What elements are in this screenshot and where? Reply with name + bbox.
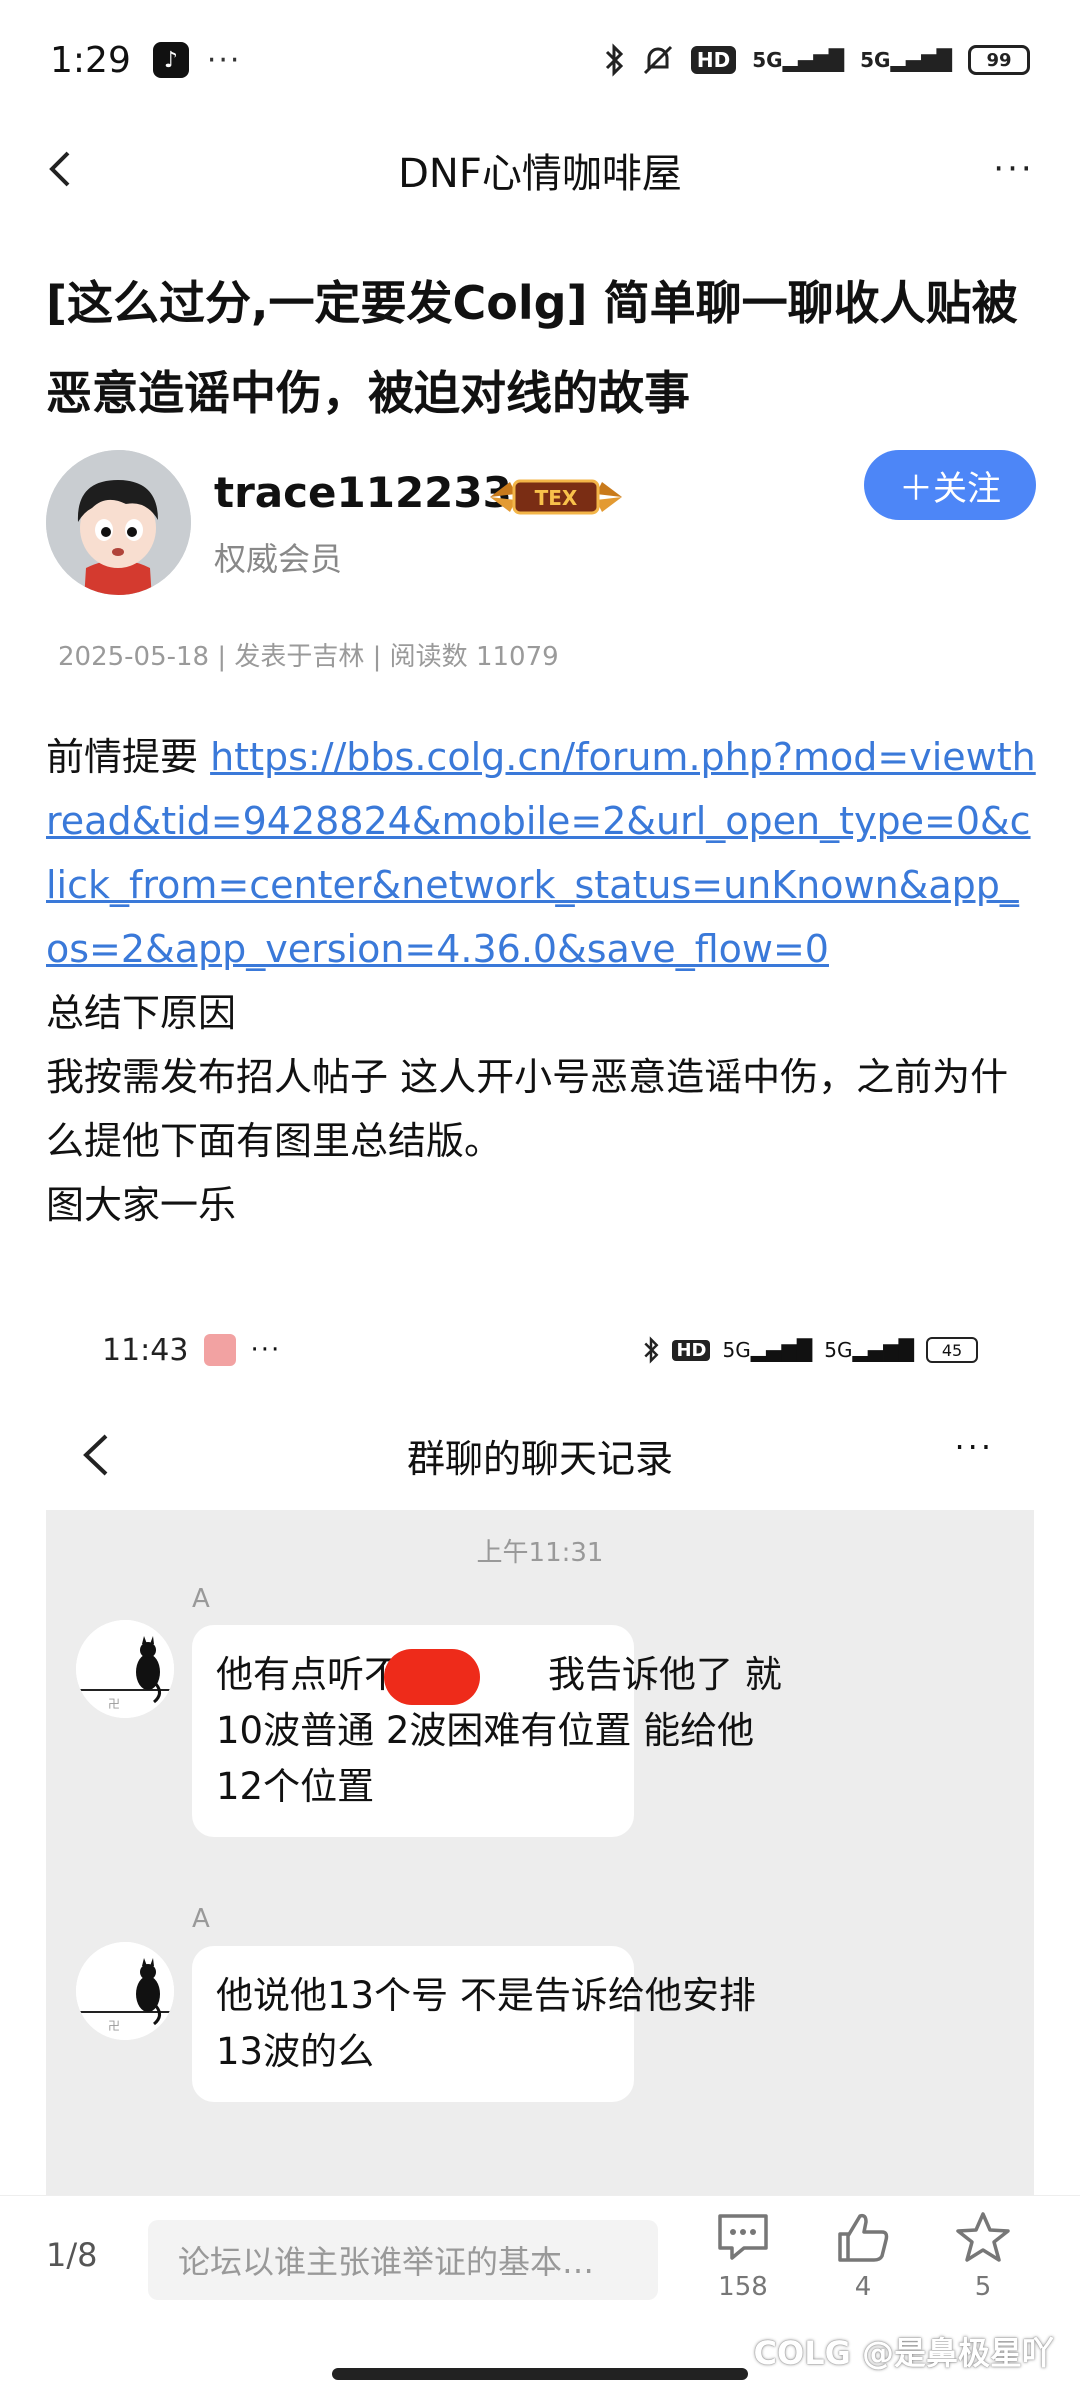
- home-indicator[interactable]: [332, 2368, 748, 2380]
- more-dots-icon: ···: [993, 149, 1035, 189]
- status-bar: 1:29 ♪ ··· HD 5G▂▄▆█ 5G▂▄▆█ 99: [0, 0, 1080, 120]
- author-avatar[interactable]: [46, 450, 191, 595]
- embed-status-bar: 11:43 ··· HD 5G▂▄▆█ 5G▂▄▆█ 45: [46, 1300, 1034, 1400]
- bell-muted-icon: [643, 45, 672, 75]
- signal-5g-icon-2: 5G▂▄▆█: [824, 1338, 914, 1362]
- embed-header: 群聊的聊天记录 ···: [46, 1400, 1034, 1510]
- signal-5g-icon-2: 5G▂▄▆█: [860, 48, 952, 72]
- post-meta: 2025-05-18 | 发表于吉林 | 阅读数 11079: [58, 642, 559, 672]
- cartoon-avatar-icon: [46, 450, 191, 595]
- chat-line: 他有点听不懂 我告诉他了 就: [216, 1647, 782, 1705]
- bluetooth-icon: [605, 43, 624, 77]
- favorite-count: 5: [974, 2272, 992, 2302]
- svg-text:卍: 卍: [108, 1697, 120, 1711]
- chat-bubble: 他说他13个号 不是告诉给他安排 13波的么: [192, 1946, 756, 2102]
- hd-voice-icon: HD: [690, 46, 737, 74]
- chat-line: 他说他13个号 不是告诉给他安排: [216, 1974, 756, 2017]
- body-paragraph: 总结下原因: [46, 991, 237, 1035]
- comments-button[interactable]: 158: [698, 2210, 788, 2320]
- chat-bubble: 他有点听不懂 我告诉他了 就 10波普通 2波困难有位置 能给他 12个位置: [192, 1625, 782, 1837]
- body-paragraph: 图大家一乐: [46, 1183, 237, 1227]
- body-paragraph: 我按需发布招人帖子 这人开小号恶意造谣中伤，之前为什么提他下面有图里总结版。: [46, 1055, 1009, 1163]
- bluetooth-icon: [644, 1336, 659, 1364]
- chat-timestamp: 上午11:31: [476, 1538, 604, 1568]
- follow-button[interactable]: ＋关注: [864, 450, 1036, 520]
- page-title: DNF心情咖啡屋: [398, 151, 682, 197]
- page-indicator[interactable]: 1/8: [46, 2236, 98, 2274]
- comment-count: 158: [718, 2272, 768, 2302]
- embedded-screenshot[interactable]: 11:43 ··· HD 5G▂▄▆█ 5G▂▄▆█ 45 群聊的聊天记录 ··…: [46, 1300, 1034, 2200]
- author-block: trace112233 TEX 权威会员 ＋关注: [46, 450, 1036, 600]
- battery-icon: 45: [926, 1337, 978, 1363]
- battery-icon: 99: [968, 45, 1030, 75]
- tiktok-icon: ♪: [152, 42, 189, 78]
- thumbs-up-icon: [838, 2213, 889, 2262]
- like-count: 4: [854, 2272, 872, 2302]
- chat-avatar: 卍: [76, 1942, 174, 2040]
- author-name[interactable]: trace112233: [214, 468, 512, 517]
- favorite-button[interactable]: 5: [938, 2210, 1028, 2320]
- signal-5g-icon: 5G▂▄▆█: [722, 1338, 813, 1362]
- cat-avatar-icon: 卍: [76, 1942, 174, 2040]
- more-dots-icon: ···: [954, 1428, 994, 1466]
- back-button[interactable]: [36, 144, 86, 194]
- post-body: 前情提要 https://bbs.colg.cn/forum.php?mod=v…: [46, 725, 1036, 1237]
- cat-avatar-icon: 卍: [76, 1620, 174, 1718]
- embed-status-right: HD 5G▂▄▆█ 5G▂▄▆█ 45: [642, 1336, 978, 1364]
- embed-chat-title: 群聊的聊天记录: [406, 1436, 673, 1481]
- bottom-action-bar: 1/8 论坛以谁主张谁举证的基本… 158 4 5: [0, 2195, 1080, 2335]
- back-arrow-icon: [49, 151, 70, 187]
- comment-icon: [718, 2214, 768, 2260]
- comment-input[interactable]: 论坛以谁主张谁举证的基本…: [148, 2220, 658, 2300]
- chat-sender-name: A: [192, 1584, 210, 1614]
- app-header: DNF心情咖啡屋 ···: [0, 120, 1080, 220]
- level-badge-icon: TEX: [486, 472, 626, 522]
- intro-label: 前情提要: [46, 735, 211, 779]
- chat-line: 13波的么: [216, 2030, 375, 2073]
- embed-time: 11:43: [102, 1332, 189, 1368]
- watermark: COLG @是鼻极星吖: [753, 2334, 1055, 2372]
- more-button[interactable]: ···: [984, 144, 1044, 194]
- author-role: 权威会员: [214, 540, 343, 578]
- chat-avatar: 卍: [76, 1620, 174, 1718]
- status-right-icons: HD 5G▂▄▆█ 5G▂▄▆█ 99: [603, 43, 1030, 77]
- more-notifications-icon: ···: [206, 42, 242, 78]
- status-time: 1:29: [50, 39, 131, 81]
- chat-area: 上午11:31 卍 A 他有点听不懂 我告诉他了 就 10波普通 2波困难有位置 …: [46, 1510, 1034, 2200]
- post-title: [这么过分,一定要发Colg] 简单聊一聊收人贴被恶意造谣中伤，被迫对线的故事: [46, 276, 1018, 420]
- status-left-icons: ♪ ···: [152, 42, 242, 78]
- back-arrow-icon: [83, 1434, 108, 1476]
- chat-sender-name: A: [192, 1904, 210, 1934]
- app-notification-icon: [204, 1334, 237, 1366]
- embed-more-icon: ···: [250, 1335, 282, 1365]
- chat-line: 10波普通 2波困难有位置 能给他: [216, 1709, 755, 1752]
- intro-paragraph: 前情提要 https://bbs.colg.cn/forum.php?mod=v…: [46, 725, 1036, 981]
- star-icon: [956, 2212, 1010, 2262]
- chat-line: 12个位置: [216, 1765, 375, 1808]
- redaction-mark: [384, 1649, 480, 1705]
- svg-text:TEX: TEX: [535, 486, 578, 510]
- hd-voice-icon: HD: [672, 1339, 711, 1361]
- like-button[interactable]: 4: [818, 2210, 908, 2320]
- signal-5g-icon: 5G▂▄▆█: [752, 48, 845, 72]
- svg-text:卍: 卍: [108, 2019, 120, 2033]
